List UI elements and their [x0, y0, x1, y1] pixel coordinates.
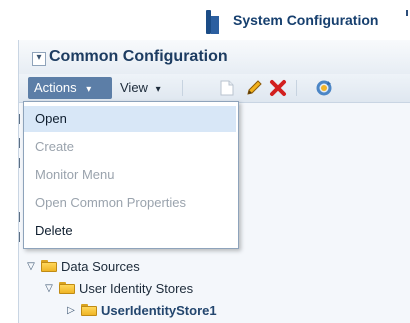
new-document-icon[interactable]	[217, 78, 237, 98]
view-menu-button[interactable]: View ▾	[120, 77, 161, 99]
tree-node-useridentitystore1[interactable]: ▷ UserIdentityStore1	[65, 301, 217, 319]
toolbar-separator	[182, 80, 183, 96]
tree-node-data-sources[interactable]: ▽ Data Sources	[25, 257, 140, 275]
collapse-icon[interactable]: ▾	[32, 52, 46, 66]
folder-icon	[41, 260, 57, 272]
actions-menu-label: Actions	[34, 80, 77, 95]
refresh-icon[interactable]	[314, 78, 334, 98]
actions-dropdown-menu: Open Create Monitor Menu Open Common Pro…	[23, 101, 239, 249]
tree-node-label: Data Sources	[61, 258, 140, 274]
menu-item-delete[interactable]: Delete	[24, 218, 236, 244]
panel-header: ▾ Common Configuration	[19, 40, 410, 75]
actions-menu-button[interactable]: Actions ▾	[28, 77, 112, 99]
tree-node-label: UserIdentityStore1	[101, 302, 217, 318]
menu-item-open[interactable]: Open	[24, 106, 236, 132]
top-bar: System Configuration	[0, 0, 410, 42]
expand-triangle-icon[interactable]: ▽	[43, 282, 55, 294]
edge-marker	[406, 10, 408, 16]
panel-toolbar: Actions ▾ View ▾	[19, 74, 410, 103]
view-menu-label: View	[120, 80, 148, 95]
system-configuration-title: System Configuration	[233, 12, 379, 28]
navigator-tab-marker	[206, 10, 219, 34]
chevron-down-icon: ▾	[86, 84, 92, 95]
tree-node-user-identity-stores[interactable]: ▽ User Identity Stores	[43, 279, 193, 297]
expand-triangle-icon[interactable]: ▽	[25, 260, 37, 272]
chevron-down-icon: ▾	[155, 84, 161, 95]
menu-item-monitor-menu[interactable]: Monitor Menu	[24, 162, 236, 188]
tree-node-label: User Identity Stores	[79, 280, 194, 296]
menu-item-create[interactable]: Create	[24, 134, 236, 160]
folder-icon	[59, 282, 75, 294]
collapsed-triangle-icon[interactable]: ▷	[65, 304, 77, 316]
panel-title: Common Configuration	[49, 48, 228, 65]
toolbar-separator	[296, 80, 297, 96]
edit-pencil-icon[interactable]	[244, 78, 264, 98]
menu-item-open-common-properties[interactable]: Open Common Properties	[24, 190, 236, 216]
delete-x-icon[interactable]	[268, 78, 288, 98]
folder-icon	[81, 304, 97, 316]
